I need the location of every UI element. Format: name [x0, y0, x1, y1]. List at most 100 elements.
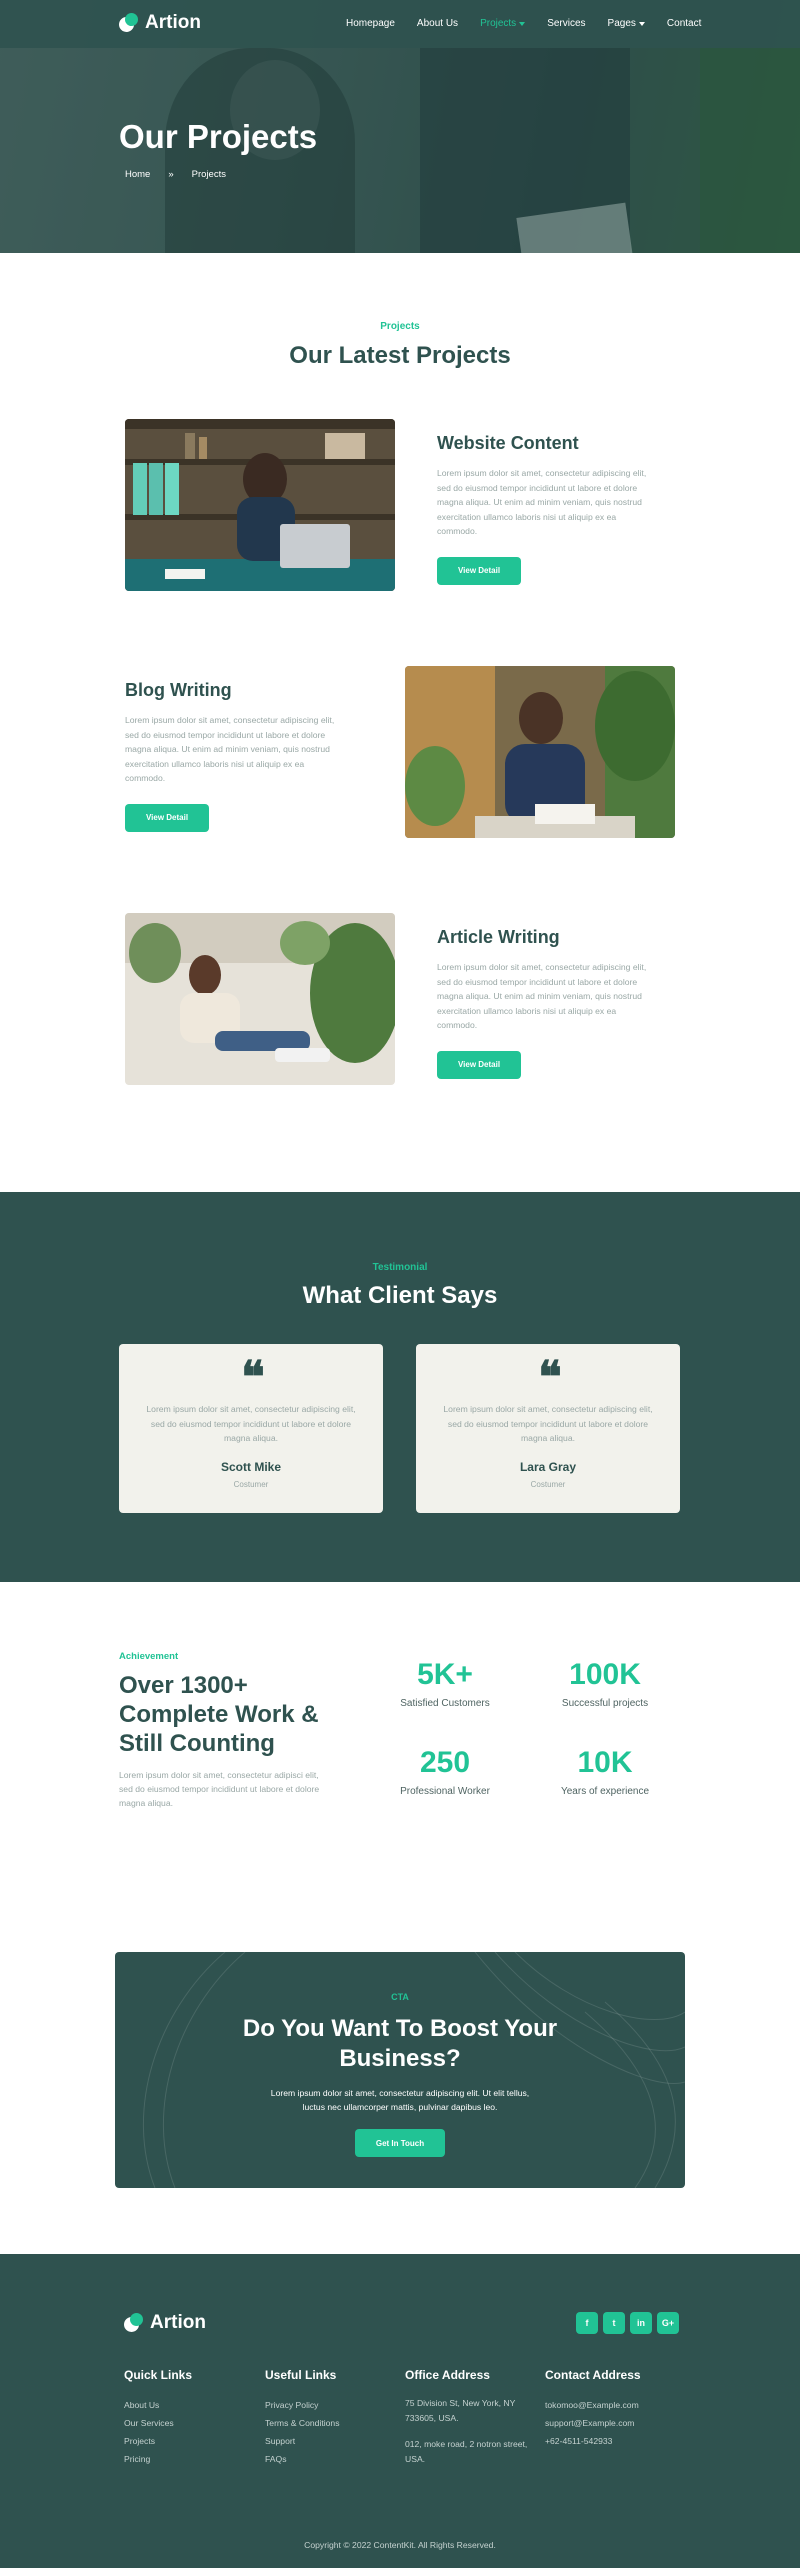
footer-heading: Useful Links — [265, 2368, 337, 2382]
stat-label: Successful projects — [561, 1698, 649, 1709]
get-in-touch-button[interactable]: Get In Touch — [355, 2129, 445, 2157]
project-image-article-writing — [125, 913, 395, 1085]
nav-item-projects[interactable]: Projects — [480, 18, 526, 29]
project-illustration — [405, 666, 675, 838]
view-detail-button[interactable]: View Detail — [437, 1050, 521, 1079]
project-card-blog-writing: Blog Writing Lorem ipsum dolor sit amet,… — [125, 680, 340, 832]
logo-icon — [119, 13, 139, 33]
footer-link[interactable]: Projects — [124, 2432, 264, 2450]
breadcrumb-home[interactable]: Home — [125, 169, 150, 180]
footer-heading: Office Address — [405, 2368, 490, 2382]
achievement-description: Lorem ipsum dolor sit amet, consectetur … — [119, 1770, 320, 1808]
contact-phone[interactable]: +62-4511-542933 — [545, 2432, 685, 2450]
testimonial-text: Lorem ipsum dolor sit amet, consectetur … — [146, 1404, 356, 1443]
testimonial-card: ❝ Lorem ipsum dolor sit amet, consectetu… — [119, 1344, 383, 1513]
stat-value: 100K — [569, 1658, 641, 1691]
social-links: f t in G+ — [576, 2312, 679, 2334]
google-plus-icon[interactable]: G+ — [657, 2312, 679, 2334]
testimonial-name: Lara Gray — [519, 1459, 577, 1474]
testimonial-label: Testimonial — [372, 1262, 428, 1273]
footer-quick-links: Quick Links About Us Our Services Projec… — [124, 2368, 264, 2468]
office-address-line: 75 Division St, New York, NY 733605, USA… — [405, 2398, 516, 2423]
cta-title: Do You Want To Boost Your Business? — [242, 2015, 558, 2072]
stat-label: Satisfied Customers — [400, 1698, 490, 1709]
stat-label: Years of experience — [560, 1786, 650, 1797]
chevron-down-icon — [519, 21, 526, 26]
stat-years-experience: 10K Years of experience — [535, 1746, 675, 1797]
main-nav: Homepage About Us Projects Services Page… — [346, 18, 723, 29]
footer-link[interactable]: About Us — [124, 2396, 264, 2414]
testimonial-section: Testimonial What Client Says ❝ Lorem ips… — [0, 1192, 800, 1582]
stat-value: 5K+ — [417, 1658, 473, 1691]
footer-link[interactable]: Pricing — [124, 2450, 264, 2468]
breadcrumb-separator: » — [168, 169, 174, 180]
nav-item-services[interactable]: Services — [547, 18, 585, 29]
footer-heading: Contact Address — [545, 2368, 641, 2382]
facebook-icon[interactable]: f — [576, 2312, 598, 2334]
footer-useful-links: Useful Links Privacy Policy Terms & Cond… — [265, 2368, 405, 2468]
stat-successful-projects: 100K Successful projects — [535, 1658, 675, 1709]
quote-icon: ❝ — [538, 1352, 562, 1403]
project-illustration — [125, 419, 395, 591]
copyright: Copyright © 2022 ContentKit. All Rights … — [304, 2540, 496, 2550]
testimonial-text: Lorem ipsum dolor sit amet, consectetur … — [443, 1404, 653, 1443]
nav-item-contact[interactable]: Contact — [667, 18, 701, 29]
project-title: Blog Writing — [125, 680, 232, 700]
hero-banner: Artion Homepage About Us Projects Servic… — [0, 0, 800, 253]
contact-email[interactable]: support@Example.com — [545, 2414, 685, 2432]
stat-value: 10K — [577, 1746, 633, 1779]
project-image-blog-writing — [405, 666, 675, 838]
contact-email[interactable]: tokomoo@Example.com — [545, 2396, 685, 2414]
nav-item-about-us[interactable]: About Us — [417, 18, 458, 29]
footer-link[interactable]: Our Services — [124, 2414, 264, 2432]
nav-label: Homepage — [346, 18, 395, 29]
footer-link[interactable]: FAQs — [265, 2450, 405, 2468]
project-card-website-content: Website Content Lorem ipsum dolor sit am… — [437, 433, 652, 585]
footer-link[interactable]: Privacy Policy — [265, 2396, 405, 2414]
view-detail-button[interactable]: View Detail — [437, 556, 521, 585]
logo-icon — [124, 2313, 144, 2333]
testimonial-card: ❝ Lorem ipsum dolor sit amet, consectetu… — [416, 1344, 680, 1513]
footer-heading: Quick Links — [124, 2368, 193, 2382]
linkedin-icon[interactable]: in — [630, 2312, 652, 2334]
projects-label: Projects — [380, 321, 420, 332]
stat-value: 250 — [419, 1746, 471, 1779]
cta-label: CTA — [391, 1992, 409, 2002]
project-title: Article Writing — [437, 927, 560, 947]
project-description: Lorem ipsum dolor sit amet, consectetur … — [437, 962, 647, 1030]
project-card-article-writing: Article Writing Lorem ipsum dolor sit am… — [437, 927, 652, 1079]
project-description: Lorem ipsum dolor sit amet, consectetur … — [125, 715, 335, 783]
office-address-line: 012, moke road, 2 notron street, USA. — [405, 2439, 528, 2464]
navbar: Artion Homepage About Us Projects Servic… — [0, 0, 800, 48]
stat-satisfied-customers: 5K+ Satisfied Customers — [375, 1658, 515, 1709]
nav-label: Contact — [666, 18, 702, 29]
footer-link[interactable]: Support — [265, 2432, 405, 2450]
testimonial-role: Costumer — [233, 1479, 269, 1489]
footer-contact-address: Contact Address tokomoo@Example.com supp… — [545, 2368, 685, 2450]
nav-item-pages[interactable]: Pages — [608, 18, 645, 29]
twitter-icon[interactable]: t — [603, 2312, 625, 2334]
nav-label: Pages — [607, 18, 636, 29]
testimonial-role: Costumer — [530, 1479, 566, 1489]
footer-office-address: Office Address 75 Division St, New York,… — [405, 2368, 530, 2478]
testimonial-name: Scott Mike — [220, 1459, 281, 1474]
cta-banner: CTA Do You Want To Boost Your Business? … — [115, 1952, 685, 2188]
achievement-label: Achievement — [119, 1651, 179, 1662]
quote-icon: ❝ — [241, 1352, 265, 1403]
view-detail-button[interactable]: View Detail — [125, 803, 209, 832]
project-illustration — [125, 913, 395, 1085]
nav-item-homepage[interactable]: Homepage — [346, 18, 395, 29]
projects-title: Our Latest Projects — [289, 342, 511, 369]
nav-label: Services — [547, 18, 586, 29]
page-title: Our Projects — [119, 118, 318, 155]
stat-professional-worker: 250 Professional Worker — [375, 1746, 515, 1797]
footer-link[interactable]: Terms & Conditions — [265, 2414, 405, 2432]
logo-text: Artion — [145, 12, 201, 33]
breadcrumb-current: Projects — [191, 169, 226, 180]
cta-text: Lorem ipsum dolor sit amet, consectetur … — [270, 2088, 530, 2112]
chevron-down-icon — [638, 21, 645, 26]
logo-text: Artion — [150, 2312, 206, 2333]
footer-logo[interactable]: Artion — [124, 2312, 206, 2334]
site-logo[interactable]: Artion — [119, 12, 201, 34]
testimonial-title: What Client Says — [302, 1282, 498, 1309]
